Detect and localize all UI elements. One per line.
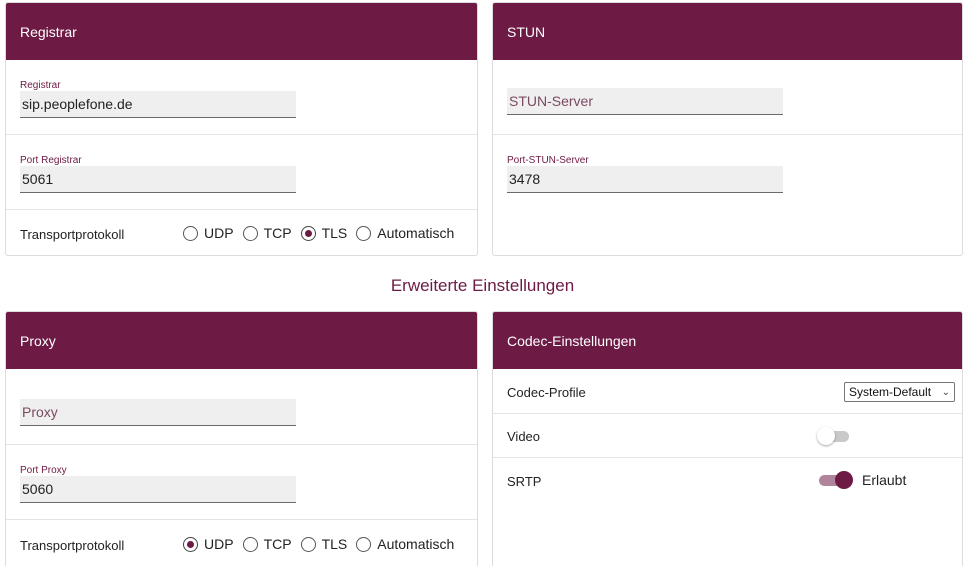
codec-panel-title: Codec-Einstellungen bbox=[507, 332, 637, 349]
stun-server-input[interactable] bbox=[507, 88, 783, 115]
srtp-toggle[interactable] bbox=[817, 471, 853, 489]
proxy-radio-automatisch[interactable]: Automatisch bbox=[356, 536, 454, 552]
registrar-field-wrap: Registrar bbox=[20, 80, 296, 118]
radio-label: TLS bbox=[321, 536, 348, 552]
radio-checked-icon bbox=[300, 225, 316, 241]
registrar-row: Registrar bbox=[6, 60, 477, 135]
stun-panel: STUN Port-STUN-Server bbox=[492, 2, 963, 256]
chevron-down-icon: ⌄ bbox=[941, 386, 950, 398]
registrar-radio-tcp[interactable]: TCP bbox=[242, 225, 292, 241]
proxy-panel-header: Proxy bbox=[6, 312, 477, 369]
proxy-transport-label: Transportprotokoll bbox=[20, 538, 125, 553]
stun-port-input[interactable] bbox=[507, 166, 783, 193]
radio-unchecked-icon bbox=[183, 225, 198, 241]
codec-profile-row: Codec-Profile System-Default ⌄ bbox=[493, 369, 962, 414]
radio-label: Automatisch bbox=[377, 225, 455, 241]
proxy-field-wrap bbox=[20, 399, 296, 426]
registrar-radio-tls[interactable]: TLS bbox=[300, 225, 348, 241]
stun-panel-header: STUN bbox=[493, 3, 962, 60]
proxy-input[interactable] bbox=[20, 399, 296, 426]
proxy-row bbox=[6, 369, 477, 445]
registrar-transport-row: Transportprotokoll UDP TCP TLS Automatis… bbox=[6, 210, 477, 255]
srtp-label: SRTP bbox=[507, 474, 542, 489]
toggle-knob bbox=[817, 427, 835, 445]
codec-profile-selected: System-Default bbox=[849, 385, 932, 399]
registrar-panel-header: Registrar bbox=[6, 3, 477, 60]
radio-unchecked-icon bbox=[242, 536, 258, 552]
stun-server-field-wrap bbox=[507, 88, 783, 115]
section-title: Erweiterte Einstellungen bbox=[390, 276, 575, 295]
codec-profile-select[interactable]: System-Default ⌄ bbox=[844, 382, 955, 402]
proxy-panel-title: Proxy bbox=[20, 332, 56, 349]
radio-label: UDP bbox=[204, 225, 234, 241]
radio-unchecked-icon bbox=[356, 225, 372, 241]
registrar-radio-udp[interactable]: UDP bbox=[183, 225, 234, 241]
registrar-panel: Registrar Registrar Port Registrar Trans… bbox=[5, 2, 478, 256]
proxy-radio-tcp[interactable]: TCP bbox=[242, 536, 292, 552]
radio-unchecked-icon bbox=[300, 536, 316, 552]
radio-label: Automatisch bbox=[377, 536, 455, 552]
stun-port-row: Port-STUN-Server bbox=[493, 135, 962, 210]
port-proxy-row: Port Proxy bbox=[6, 445, 477, 520]
proxy-transport-radio-group: UDP TCP TLS Automatisch bbox=[183, 536, 454, 552]
proxy-transport-row: Transportprotokoll UDP TCP TLS Automatis… bbox=[6, 520, 477, 566]
registrar-radio-automatisch[interactable]: Automatisch bbox=[356, 225, 454, 241]
proxy-radio-tls[interactable]: TLS bbox=[300, 536, 348, 552]
codec-panel-header: Codec-Einstellungen bbox=[493, 312, 962, 369]
stun-panel-title: STUN bbox=[507, 23, 546, 40]
video-label: Video bbox=[507, 429, 541, 444]
registrar-input[interactable] bbox=[20, 91, 296, 118]
port-registrar-field-wrap: Port Registrar bbox=[20, 155, 296, 193]
port-proxy-label: Port Proxy bbox=[20, 465, 67, 476]
radio-label: UDP bbox=[204, 536, 234, 552]
registrar-panel-title: Registrar bbox=[20, 23, 77, 40]
port-proxy-field-wrap: Port Proxy bbox=[20, 465, 296, 503]
registrar-transport-label: Transportprotokoll bbox=[20, 227, 125, 242]
radio-label: TCP bbox=[263, 536, 292, 552]
port-registrar-label: Port Registrar bbox=[20, 155, 82, 166]
radio-unchecked-icon bbox=[356, 536, 372, 552]
port-registrar-input[interactable] bbox=[20, 166, 296, 193]
codec-panel: Codec-Einstellungen Codec-Profile System… bbox=[492, 311, 963, 566]
video-toggle[interactable] bbox=[817, 427, 851, 445]
radio-checked-icon bbox=[183, 536, 198, 552]
registrar-transport-radio-group: UDP TCP TLS Automatisch bbox=[183, 225, 454, 241]
registrar-field-label: Registrar bbox=[20, 80, 61, 91]
radio-label: TLS bbox=[321, 225, 348, 241]
srtp-state-text: Erlaubt bbox=[862, 472, 907, 488]
toggle-knob bbox=[835, 471, 853, 489]
radio-unchecked-icon bbox=[242, 225, 258, 241]
srtp-row: SRTP Erlaubt bbox=[493, 458, 962, 502]
port-proxy-input[interactable] bbox=[20, 476, 296, 503]
stun-server-row bbox=[493, 60, 962, 135]
radio-label: TCP bbox=[263, 225, 292, 241]
stun-port-field-wrap: Port-STUN-Server bbox=[507, 155, 783, 193]
video-row: Video bbox=[493, 414, 962, 458]
proxy-panel: Proxy Port Proxy Transportprotokoll UDP … bbox=[5, 311, 478, 566]
stun-port-label: Port-STUN-Server bbox=[507, 155, 589, 166]
port-registrar-row: Port Registrar bbox=[6, 135, 477, 210]
proxy-radio-udp[interactable]: UDP bbox=[183, 536, 234, 552]
codec-profile-label: Codec-Profile bbox=[507, 385, 586, 400]
